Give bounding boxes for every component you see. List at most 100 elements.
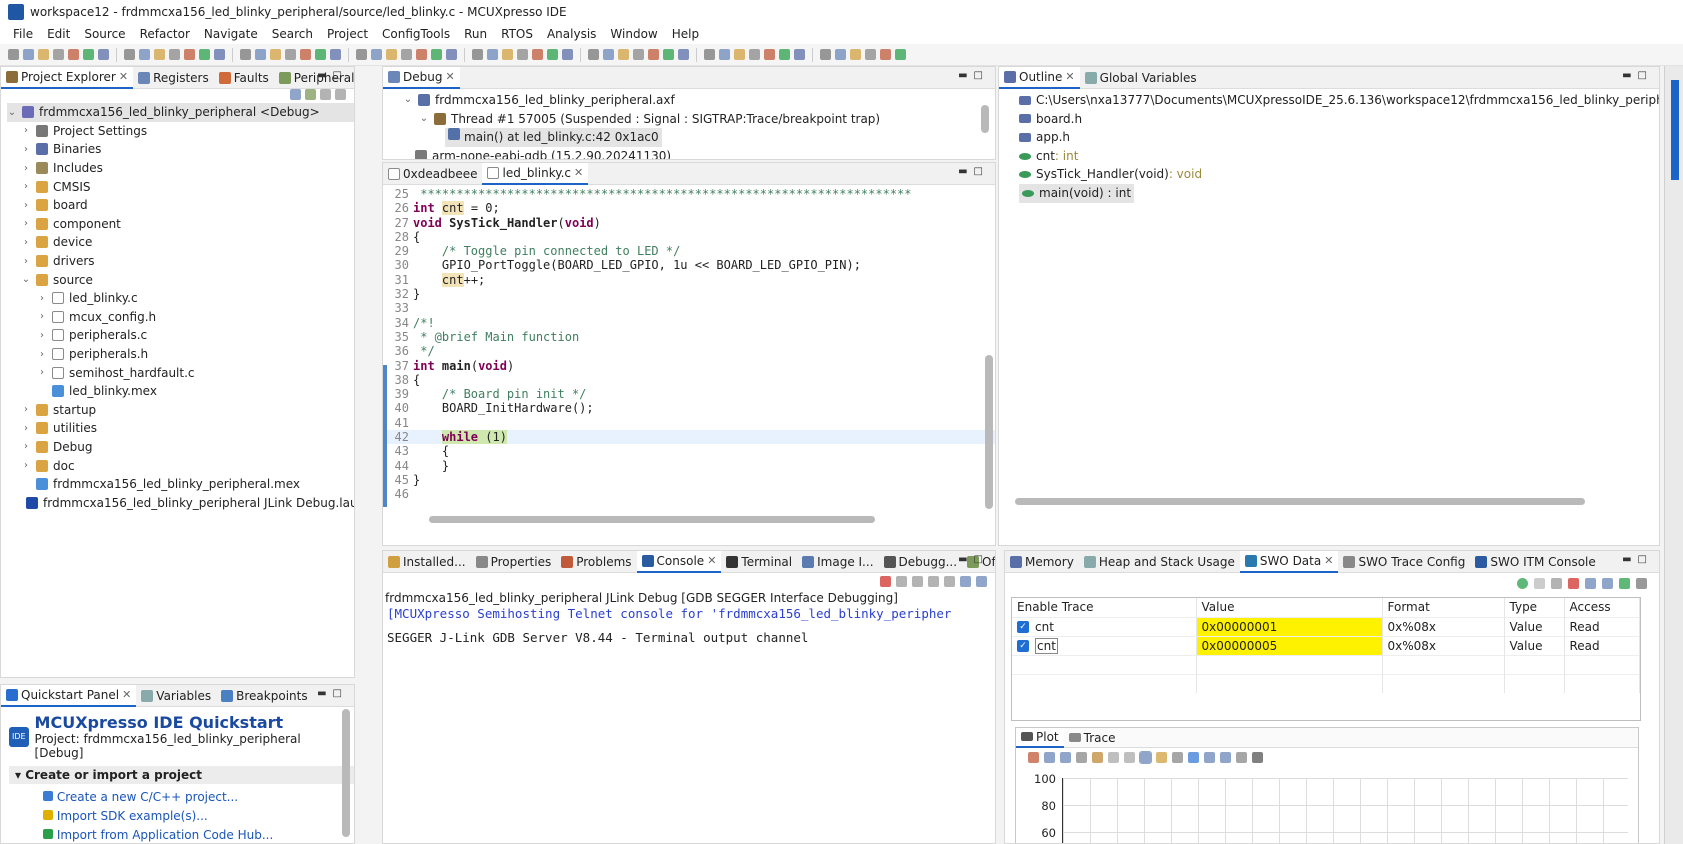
chevron-down-icon[interactable]: ⌄ bbox=[21, 274, 31, 285]
chevron-down-icon[interactable]: ⌄ bbox=[7, 107, 17, 118]
minimize-maximize-icons[interactable]: ▬□ bbox=[958, 166, 989, 177]
chevron-right-icon[interactable]: › bbox=[21, 237, 31, 248]
toolbar-button-icon[interactable] bbox=[446, 49, 457, 60]
outline-item-selected[interactable]: main(void) : int bbox=[1019, 183, 1659, 203]
filter-icon[interactable] bbox=[320, 89, 331, 100]
marker-icon[interactable] bbox=[1220, 752, 1231, 763]
toolbar-button-icon[interactable] bbox=[618, 49, 629, 60]
tab-registers[interactable]: Registers bbox=[133, 67, 214, 89]
toolbar-button-icon[interactable] bbox=[532, 49, 543, 60]
tree-item[interactable]: › led_blinky.c bbox=[7, 289, 354, 308]
tab-swo-trace-config[interactable]: SWO Trace Config bbox=[1338, 551, 1470, 573]
toolbar-button-icon[interactable] bbox=[315, 49, 326, 60]
tree-item[interactable]: › Binaries bbox=[7, 140, 354, 159]
chevron-right-icon[interactable]: › bbox=[21, 144, 31, 155]
menu-analysis[interactable]: Analysis bbox=[540, 27, 603, 41]
toolbar-button-icon[interactable] bbox=[487, 49, 498, 60]
toolbar-button-icon[interactable] bbox=[633, 49, 644, 60]
code-line[interactable]: 34 /*! bbox=[387, 316, 995, 330]
tree-item[interactable]: › doc bbox=[7, 456, 354, 475]
close-icon[interactable]: ✕ bbox=[574, 166, 583, 179]
quickstart-section-header[interactable]: ▾ Create or import a project bbox=[9, 766, 354, 784]
toolbar-button-icon[interactable] bbox=[199, 49, 210, 60]
close-icon[interactable]: ✕ bbox=[122, 688, 131, 701]
toolbar-button-icon[interactable] bbox=[547, 49, 558, 60]
remove-all-icon[interactable] bbox=[1636, 578, 1647, 589]
tree-item[interactable]: › board bbox=[7, 196, 354, 215]
minimize-maximize-icons[interactable]: ▬□ bbox=[1622, 70, 1653, 81]
menu-search[interactable]: Search bbox=[265, 27, 320, 41]
chevron-down-icon[interactable]: ⌄ bbox=[403, 91, 413, 110]
chevron-right-icon[interactable]: › bbox=[37, 293, 47, 304]
zoom-out-icon[interactable] bbox=[1060, 752, 1071, 763]
chevron-down-icon[interactable]: ⌄ bbox=[419, 110, 429, 129]
chevron-right-icon[interactable]: › bbox=[37, 367, 47, 378]
snapshot-icon[interactable] bbox=[1252, 752, 1263, 763]
checkbox-checked[interactable]: ✓ bbox=[1017, 640, 1029, 652]
tree-item[interactable]: › component bbox=[7, 215, 354, 234]
toolbar-button-icon[interactable] bbox=[517, 49, 528, 60]
tab-global-variables[interactable]: Global Variables bbox=[1080, 67, 1202, 89]
tab-image-info[interactable]: Image I... bbox=[797, 551, 878, 573]
code-line[interactable]: 29 /* Toggle pin connected to LED */ bbox=[387, 244, 995, 258]
toolbar-button-icon[interactable] bbox=[53, 49, 64, 60]
down-icon[interactable] bbox=[1124, 752, 1135, 763]
chevron-right-icon[interactable]: › bbox=[21, 423, 31, 434]
toolbar-button-icon[interactable] bbox=[154, 49, 165, 60]
enable-cell[interactable]: ✓ cnt bbox=[1012, 616, 1197, 636]
chevron-right-icon[interactable]: › bbox=[21, 441, 31, 452]
tree-item[interactable]: › mcux_config.h bbox=[7, 308, 354, 327]
redo-icon[interactable] bbox=[1172, 752, 1183, 763]
code-line[interactable]: 39 /* Board pin init */ bbox=[387, 387, 995, 401]
pause-trace-icon[interactable] bbox=[1534, 578, 1545, 589]
column-header[interactable]: Enable Trace bbox=[1012, 598, 1197, 617]
close-icon[interactable]: ✕ bbox=[119, 70, 128, 83]
toolbar-button-icon[interactable] bbox=[356, 49, 367, 60]
toolbar-button-icon[interactable] bbox=[648, 49, 659, 60]
checkbox-checked[interactable]: ✓ bbox=[1017, 621, 1029, 633]
toolbar-button-icon[interactable] bbox=[588, 49, 599, 60]
chevron-right-icon[interactable]: › bbox=[21, 256, 31, 267]
toolbar-button-icon[interactable] bbox=[371, 49, 382, 60]
close-icon[interactable]: ✕ bbox=[707, 554, 716, 567]
code-line[interactable]: 32} bbox=[387, 287, 995, 301]
tab-console[interactable]: Console ✕ bbox=[636, 551, 722, 573]
code-line[interactable]: 28 { bbox=[387, 230, 995, 244]
code-line[interactable]: 45} bbox=[387, 473, 995, 487]
tree-item[interactable]: › Project Settings bbox=[7, 122, 354, 141]
menu-edit[interactable]: Edit bbox=[40, 27, 77, 41]
start-trace-icon[interactable] bbox=[1517, 578, 1528, 589]
column-header[interactable]: Access bbox=[1564, 598, 1640, 617]
view-menu-icon[interactable] bbox=[335, 89, 346, 100]
code-line[interactable]: 38 { bbox=[387, 373, 995, 387]
clear-console-icon[interactable] bbox=[912, 576, 923, 587]
chevron-right-icon[interactable]: › bbox=[37, 311, 47, 322]
menu-navigate[interactable]: Navigate bbox=[197, 27, 265, 41]
layout-icon[interactable] bbox=[1602, 578, 1613, 589]
open-console-icon[interactable] bbox=[976, 576, 987, 587]
menu-project[interactable]: Project bbox=[320, 27, 375, 41]
toolbar-button-icon[interactable] bbox=[562, 49, 573, 60]
code-line[interactable]: 43 { bbox=[387, 444, 995, 458]
toolbar-button-icon[interactable] bbox=[895, 49, 906, 60]
tab-debug[interactable]: Debug ✕ bbox=[383, 67, 460, 89]
toolbar-button-icon[interactable] bbox=[794, 49, 805, 60]
chevron-right-icon[interactable]: › bbox=[21, 181, 31, 192]
minimize-maximize-icons[interactable]: ▬□ bbox=[317, 688, 348, 699]
toolbar-button-icon[interactable] bbox=[98, 49, 109, 60]
tree-item[interactable]: › peripherals.c bbox=[7, 326, 354, 345]
pan-icon[interactable] bbox=[1092, 752, 1103, 763]
tab-variables[interactable]: Variables bbox=[136, 685, 216, 707]
tree-item[interactable]: › Debug bbox=[7, 438, 354, 457]
chevron-right-icon[interactable]: › bbox=[21, 218, 31, 229]
debug-frame[interactable]: main() at led_blinky.c:42 0x1ac0 bbox=[403, 128, 995, 147]
code-line[interactable]: 25 *************************************… bbox=[387, 187, 995, 201]
scroll-lock-icon[interactable] bbox=[928, 576, 939, 587]
menu-file[interactable]: File bbox=[6, 27, 40, 41]
editor-hscroll[interactable] bbox=[429, 516, 875, 523]
toolbar-button-icon[interactable] bbox=[401, 49, 412, 60]
toolbar-button-icon[interactable] bbox=[270, 49, 281, 60]
toolbar-button-icon[interactable] bbox=[431, 49, 442, 60]
code-line[interactable]: 35 * @brief Main function bbox=[387, 330, 995, 344]
toolbar-button-icon[interactable] bbox=[386, 49, 397, 60]
